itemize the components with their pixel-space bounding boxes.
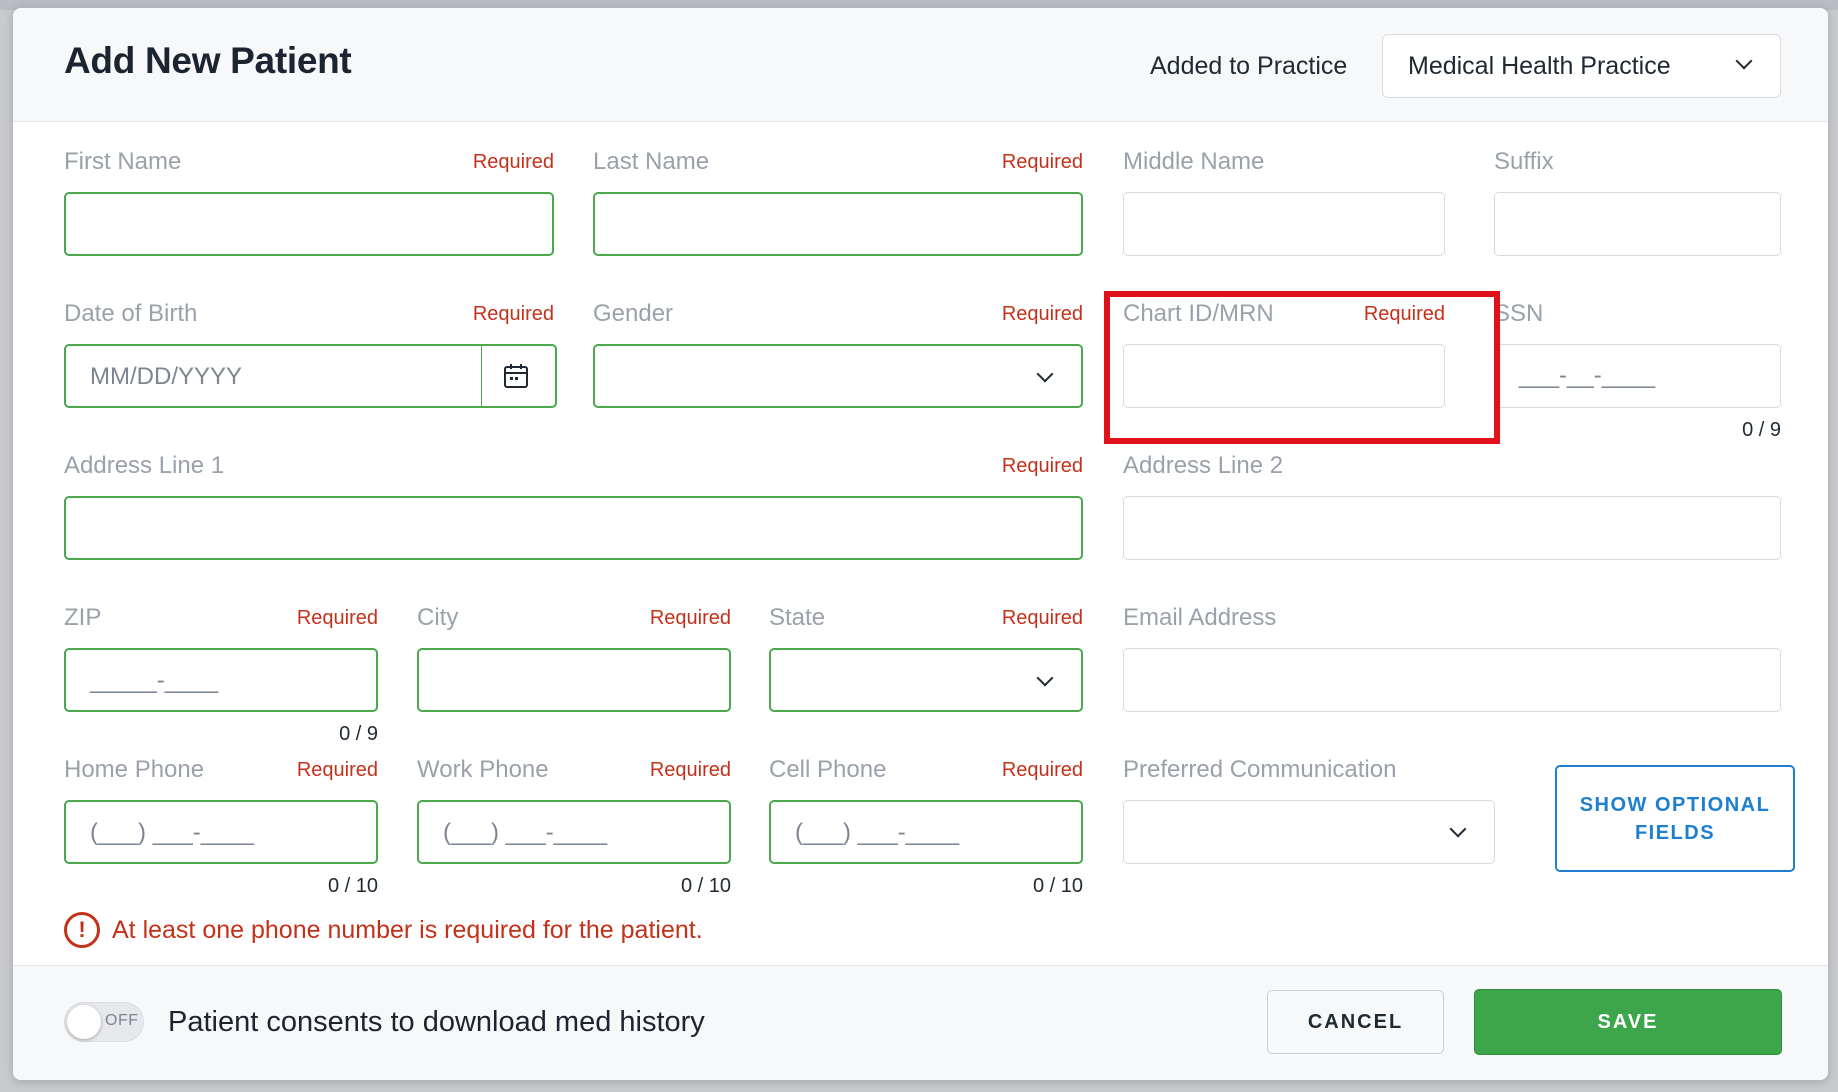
- home-phone-counter: 0 / 10: [327, 875, 378, 897]
- practice-select-value: Medical Health Practice: [1408, 52, 1671, 80]
- first-name-input[interactable]: [64, 192, 554, 256]
- practice-select[interactable]: Medical Health Practice: [1382, 34, 1781, 98]
- cell-phone-counter: 0 / 10: [1032, 875, 1083, 897]
- cell-phone-input[interactable]: (___) ___-____: [769, 800, 1083, 864]
- chart-id-highlight: [1104, 291, 1500, 444]
- suffix-input[interactable]: [1494, 192, 1781, 256]
- chevron-down-icon: [1036, 669, 1054, 687]
- work-phone-counter: 0 / 10: [680, 875, 731, 897]
- first-name-label: First Name: [64, 148, 182, 175]
- save-button[interactable]: SAVE: [1474, 989, 1782, 1055]
- work-phone-required: Required: [649, 759, 731, 781]
- address1-label: Address Line 1: [64, 452, 225, 479]
- dob-placeholder: MM/DD/YYYY: [90, 363, 243, 390]
- zip-required: Required: [296, 607, 378, 629]
- toggle-state: OFF: [105, 1012, 139, 1029]
- address1-required: Required: [1001, 455, 1083, 477]
- preferred-comm-label: Preferred Communication: [1123, 756, 1397, 783]
- gender-required: Required: [1001, 303, 1083, 325]
- add-patient-modal: Add New Patient Added to Practice Medica…: [13, 8, 1828, 1080]
- email-label: Email Address: [1123, 604, 1277, 631]
- address1-input[interactable]: [64, 496, 1083, 560]
- state-required: Required: [1001, 607, 1083, 629]
- chevron-down-icon: [1735, 52, 1753, 70]
- ssn-input[interactable]: ___-__-____: [1494, 344, 1781, 408]
- chevron-down-icon: [1036, 365, 1054, 383]
- error-circle-icon: !: [64, 912, 100, 948]
- dob-label: Date of Birth: [64, 300, 198, 327]
- zip-label: ZIP: [64, 604, 102, 631]
- middle-name-label: Middle Name: [1123, 148, 1265, 175]
- email-input[interactable]: [1123, 648, 1781, 712]
- ssn-counter: 0 / 9: [1742, 419, 1781, 441]
- home-phone-input[interactable]: (___) ___-____: [64, 800, 378, 864]
- calendar-icon[interactable]: [503, 363, 529, 389]
- zip-counter: 0 / 9: [339, 723, 378, 745]
- show-optional-fields-button[interactable]: SHOW OPTIONAL FIELDS: [1555, 765, 1795, 872]
- last-name-label: Last Name: [593, 148, 710, 175]
- modal-title: Add New Patient: [64, 40, 352, 81]
- suffix-label: Suffix: [1494, 148, 1554, 175]
- phone-error-text: At least one phone number is required fo…: [112, 915, 703, 944]
- modal-header: Add New Patient Added to Practice Medica…: [13, 8, 1828, 122]
- gender-label: Gender: [593, 300, 674, 327]
- ssn-label: SSN: [1494, 300, 1544, 327]
- cancel-button[interactable]: CANCEL: [1267, 990, 1444, 1054]
- city-required: Required: [649, 607, 731, 629]
- chevron-down-icon: [1449, 820, 1467, 838]
- modal-footer: OFF Patient consents to download med his…: [13, 965, 1828, 1080]
- last-name-required: Required: [1001, 151, 1083, 173]
- preferred-comm-select[interactable]: [1123, 800, 1495, 864]
- work-phone-placeholder: (___) ___-____: [443, 819, 608, 846]
- ssn-placeholder: ___-__-____: [1519, 362, 1656, 389]
- city-input[interactable]: [417, 648, 731, 712]
- address2-label: Address Line 2: [1123, 452, 1284, 479]
- dob-required: Required: [472, 303, 554, 325]
- work-phone-input[interactable]: (___) ___-____: [417, 800, 731, 864]
- last-name-input[interactable]: [593, 192, 1083, 256]
- toggle-knob: [67, 1005, 101, 1039]
- cell-phone-required: Required: [1001, 759, 1083, 781]
- cell-phone-label: Cell Phone: [769, 756, 887, 783]
- address2-input[interactable]: [1123, 496, 1781, 560]
- state-label: State: [769, 604, 826, 631]
- city-label: City: [417, 604, 459, 631]
- phone-error: ! At least one phone number is required …: [64, 912, 703, 948]
- home-phone-required: Required: [296, 759, 378, 781]
- home-phone-placeholder: (___) ___-____: [90, 819, 255, 846]
- consent-toggle[interactable]: OFF: [64, 1002, 144, 1042]
- work-phone-label: Work Phone: [417, 756, 549, 783]
- state-select[interactable]: [769, 648, 1083, 712]
- middle-name-input[interactable]: [1123, 192, 1445, 256]
- gender-select[interactable]: [593, 344, 1083, 408]
- zip-input[interactable]: _____-____: [64, 648, 378, 712]
- consent-label: Patient consents to download med history: [168, 1006, 705, 1038]
- zip-placeholder: _____-____: [90, 667, 219, 694]
- cell-phone-placeholder: (___) ___-____: [795, 819, 960, 846]
- dob-divider: [481, 346, 482, 406]
- home-phone-label: Home Phone: [64, 756, 205, 783]
- dob-input[interactable]: MM/DD/YYYY: [64, 344, 557, 408]
- first-name-required: Required: [472, 151, 554, 173]
- practice-label: Added to Practice: [1150, 52, 1348, 80]
